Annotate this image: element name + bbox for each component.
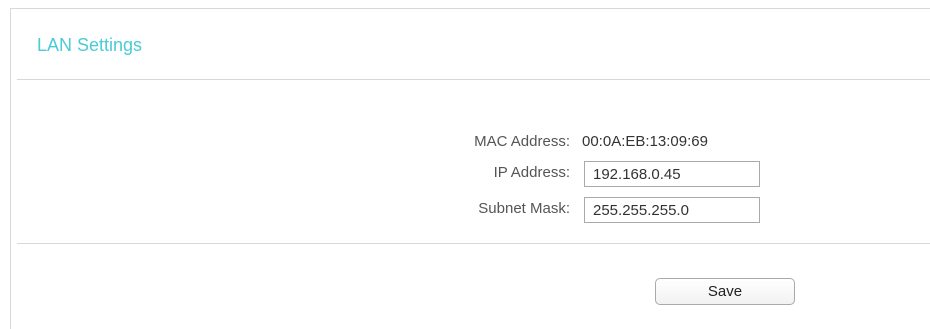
section-title: LAN Settings — [37, 35, 143, 55]
ip-address-label: IP Address: — [493, 164, 570, 181]
ip-address-input[interactable] — [584, 161, 760, 187]
save-button[interactable]: Save — [655, 278, 795, 305]
lan-settings-panel: LAN Settings MAC Address: 00:0A:EB:13:09… — [10, 8, 930, 329]
footer-divider — [17, 243, 930, 244]
mac-address-value: 00:0A:EB:13:09:69 — [582, 133, 708, 150]
header-divider — [17, 79, 930, 80]
subnet-mask-input[interactable] — [584, 197, 760, 223]
mac-address-label: MAC Address: — [474, 133, 570, 150]
subnet-mask-label: Subnet Mask: — [478, 200, 570, 217]
